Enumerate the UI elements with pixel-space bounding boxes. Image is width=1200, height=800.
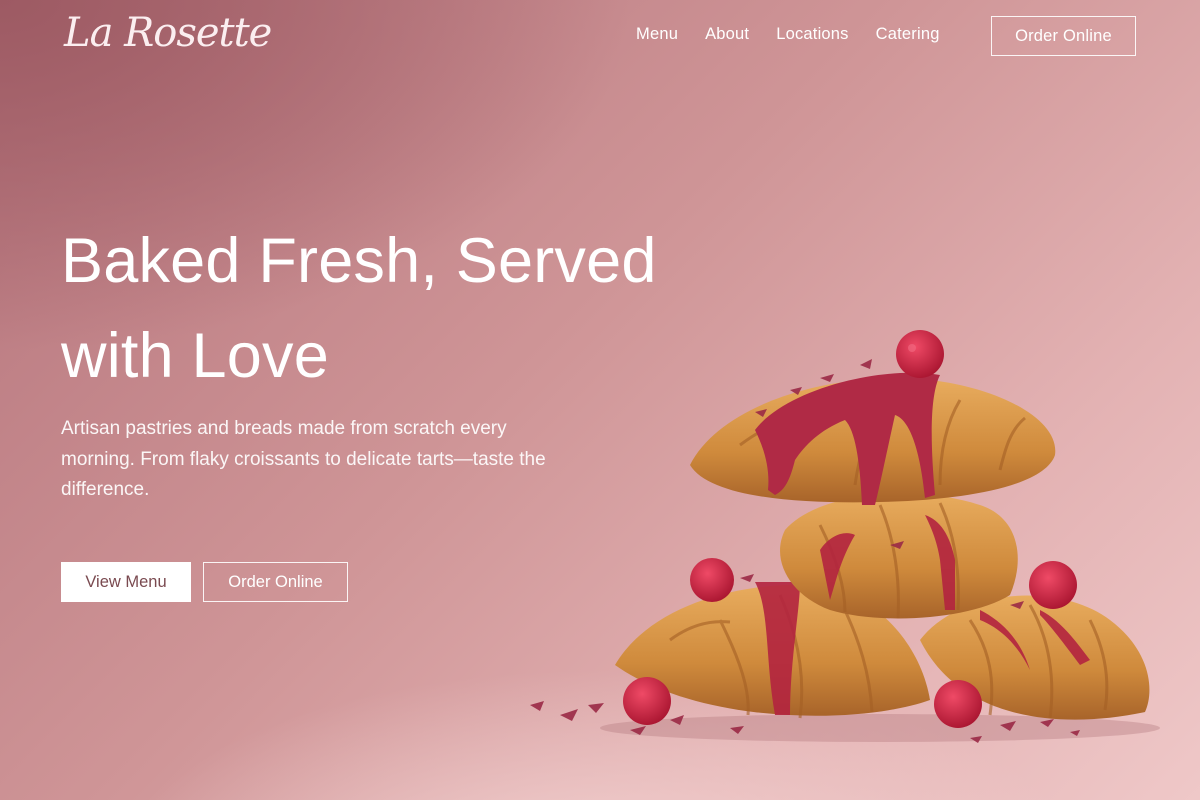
brand-logo[interactable]: La Rosette	[64, 10, 272, 56]
top-navigation: La Rosette Menu About Locations Catering…	[0, 0, 1200, 80]
view-menu-button[interactable]: View Menu	[61, 562, 191, 602]
croissant-middle	[780, 493, 1018, 619]
nav-order-online-button[interactable]: Order Online	[991, 16, 1136, 56]
hero-order-online-button[interactable]: Order Online	[203, 562, 348, 602]
nav-links: Menu About Locations Catering	[636, 25, 940, 44]
nav-link-menu[interactable]: Menu	[636, 25, 678, 44]
nav-link-locations[interactable]: Locations	[776, 25, 848, 44]
croissant-stack-image	[530, 330, 1160, 743]
hero-title-line-1: Baked Fresh, Served	[61, 226, 657, 296]
nav-link-catering[interactable]: Catering	[876, 25, 940, 44]
croissant-top	[690, 372, 1056, 505]
nav-link-about[interactable]: About	[705, 25, 749, 44]
